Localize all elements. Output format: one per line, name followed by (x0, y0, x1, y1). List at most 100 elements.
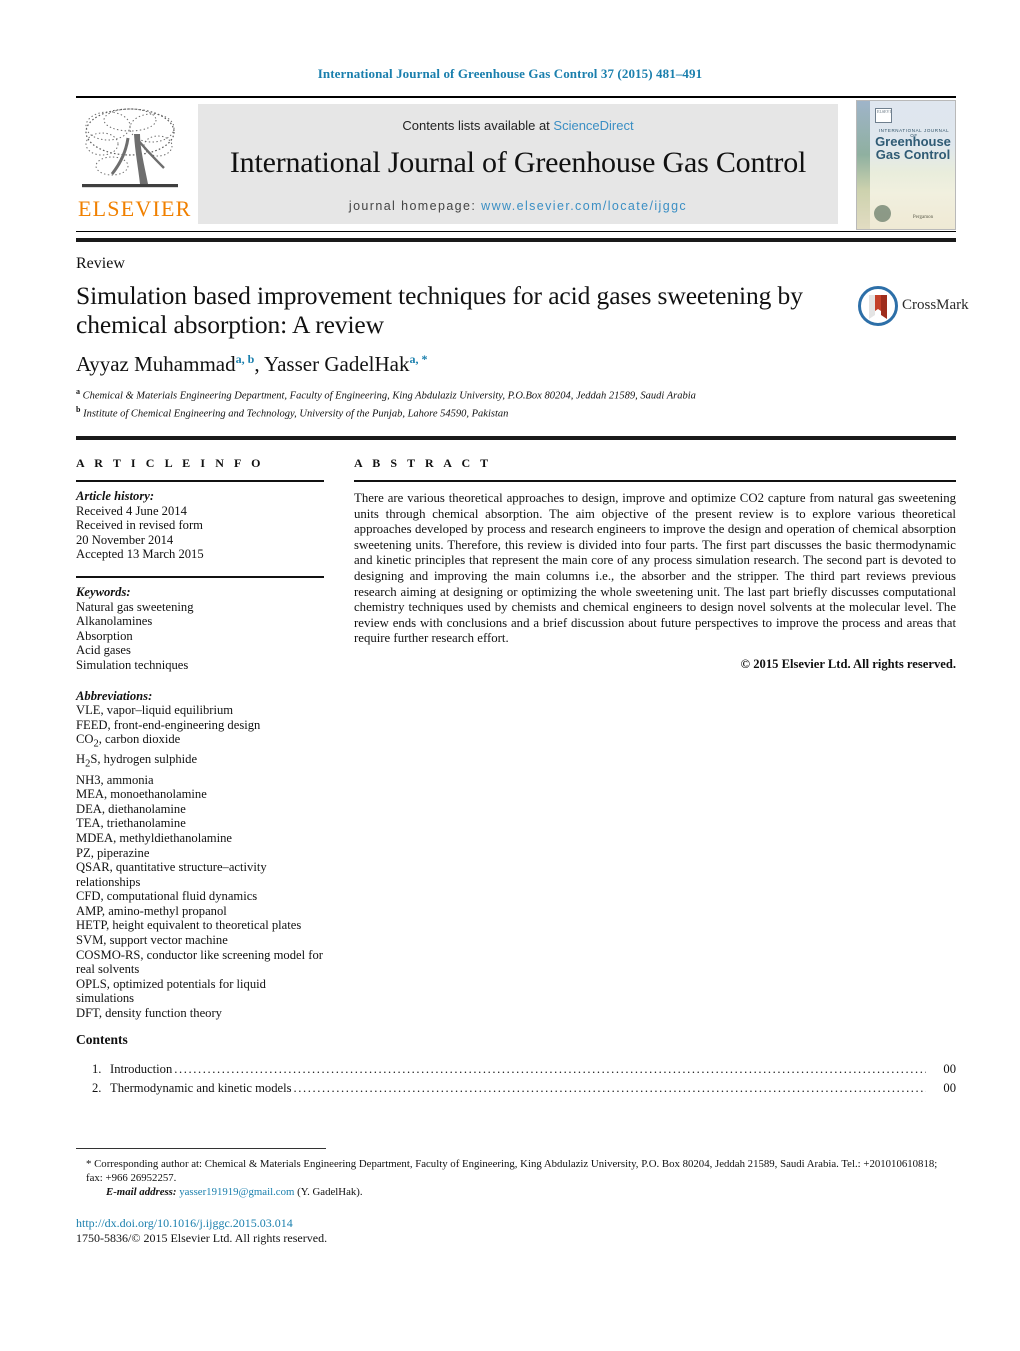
keyword-item: Absorption (76, 628, 133, 643)
sciencedirect-link[interactable]: ScienceDirect (553, 118, 633, 133)
elsevier-tree-icon (78, 104, 182, 196)
abstract-copyright: © 2015 Elsevier Ltd. All rights reserved… (740, 656, 956, 671)
abbreviation-item: SVM, support vector machine (76, 933, 228, 948)
abbreviation-item: NH3, ammonia (76, 772, 154, 787)
journal-homepage-prefix: journal homepage: (348, 199, 482, 213)
email-row: E-mail address: yasser191919@gmail.com (… (76, 1186, 956, 1200)
abstract-divider (354, 480, 956, 482)
abbreviation-item: PZ, piperazine (76, 845, 150, 860)
keyword-item: Acid gases (76, 643, 131, 658)
article-header-rule (76, 238, 956, 242)
contents-heading: Contents (76, 1032, 128, 1047)
toc-entry-page: 00 (943, 1081, 956, 1095)
abbreviation-item: AMP, amino-methyl propanol (76, 903, 227, 918)
corresponding-author-note: * Corresponding author at: Chemical & Ma… (86, 1158, 938, 1184)
article-history-item: Received 4 June 2014 (76, 503, 187, 518)
cover-title: Greenhouse Gas Control (873, 135, 953, 161)
journal-title: International Journal of Greenhouse Gas … (229, 146, 807, 179)
affiliation-text-b: Institute of Chemical Engineering and Te… (83, 408, 509, 420)
elsevier-logo: ELSEVIER (78, 104, 192, 226)
author-1-affiliation-marks: a, b (235, 352, 255, 366)
contents-available-line: Contents lists available at ScienceDirec… (198, 104, 838, 133)
journal-homepage-line: journal homepage: www.elsevier.com/locat… (198, 199, 838, 213)
abbreviation-item: QSAR, quantitative structure–activity re… (76, 860, 267, 889)
abbreviation-item: DFT, density function theory (76, 1006, 222, 1021)
toc-entry-number: 1. (92, 1062, 102, 1076)
article-info-divider (76, 480, 324, 482)
issn-copyright-line: 1750-5836/© 2015 Elsevier Ltd. All right… (76, 1231, 328, 1245)
abbreviation-item: TEA, triethanolamine (76, 816, 186, 831)
email-link[interactable]: yasser191919@gmail.com (179, 1186, 294, 1198)
toc-entry[interactable]: 2. Thermodynamic and kinetic models ....… (76, 1079, 956, 1098)
cover-seal-icon (874, 205, 891, 222)
author-2-affiliation-marks: a, * (409, 352, 428, 366)
abbreviation-item: HETP, height equivalent to theoretical p… (76, 918, 302, 933)
footnote-rule (76, 1148, 326, 1149)
keyword-item: Simulation techniques (76, 657, 189, 672)
toc-entry-label: Introduction (110, 1062, 173, 1076)
article-history-item: 20 November 2014 (76, 532, 174, 547)
abbreviation-item: CO2, carbon dioxide (76, 732, 181, 750)
toc-leader-dots: ........................................… (293, 1081, 926, 1095)
journal-homepage-url[interactable]: www.elsevier.com/locate/ijggc (481, 199, 687, 213)
cover-imprint: Pergamon (912, 215, 934, 220)
abbreviation-item: FEED, front-end-engineering design (76, 717, 261, 732)
abstract-text: There are various theoretical approaches… (354, 491, 956, 646)
email-label: E-mail address: (106, 1186, 177, 1199)
affiliation-mark-b: b (76, 405, 81, 414)
affiliation-mark-a: a (76, 387, 80, 396)
author-name-1: Ayyaz Muhammad (76, 352, 236, 376)
abbreviation-item: VLE, vapor–liquid equilibrium (76, 703, 234, 718)
abbreviation-item: MDEA, methyldiethanolamine (76, 830, 232, 845)
toc-entry-page: 00 (943, 1062, 956, 1076)
article-info-column: A R T I C L E I N F O Article history: R… (76, 456, 324, 1021)
elsevier-wordmark: ELSEVIER (78, 196, 192, 221)
keywords-divider (76, 575, 324, 578)
article-history-block: Article history: Received 4 June 2014 Re… (76, 489, 324, 562)
article-info-heading: A R T I C L E I N F O (76, 456, 265, 470)
keywords-block: Keywords: Natural gas sweetening Alkanol… (76, 585, 324, 673)
author-name-2: Yasser GadelHak (264, 352, 410, 376)
toc-entry[interactable]: 1. Introduction ........................… (76, 1060, 956, 1079)
article-history-item: Received in revised form (76, 518, 203, 533)
article-history-label: Article history: (76, 489, 155, 503)
abbreviation-item: OPLS, optimized potentials for liquid si… (76, 976, 266, 1006)
toc-entry-label: Thermodynamic and kinetic models (110, 1081, 292, 1095)
crossmark-badge[interactable]: CrossMark (858, 286, 969, 326)
toc-leader-dots: ........................................… (174, 1062, 926, 1076)
abstract-section-rule (76, 436, 956, 440)
abbreviation-item: COSMO-RS, conductor like screening model… (76, 947, 323, 977)
masthead-top-rule (76, 96, 956, 98)
abbreviation-item: H2S, hydrogen sulphide (76, 752, 198, 770)
doi-link[interactable]: http://dx.doi.org/10.1016/j.ijggc.2015.0… (76, 1216, 293, 1231)
abbreviations-block: Abbreviations: VLE, vapor–liquid equilib… (76, 689, 324, 1021)
contents-band: Contents lists available at ScienceDirec… (198, 104, 838, 224)
abbreviation-item: DEA, diethanolamine (76, 801, 186, 816)
affiliation-list: a Chemical & Materials Engineering Depar… (76, 385, 876, 421)
table-of-contents: 1. Introduction ........................… (76, 1060, 956, 1098)
footnote-block: * Corresponding author at: Chemical & Ma… (76, 1158, 956, 1200)
keyword-item: Natural gas sweetening (76, 599, 194, 614)
abbreviation-item: CFD, computational fluid dynamics (76, 889, 258, 904)
abbreviation-item: MEA, monoethanolamine (76, 787, 207, 802)
cover-publisher-mark: ELSEVIER (875, 108, 892, 123)
running-head: International Journal of Greenhouse Gas … (317, 66, 703, 81)
affiliation-item: b Institute of Chemical Engineering and … (76, 403, 876, 421)
email-owner: (Y. GadelHak). (297, 1186, 363, 1199)
cover-side-band (857, 101, 870, 229)
abstract-column: A B S T R A C T There are various theore… (354, 456, 956, 672)
page-title: Simulation based improvement techniques … (76, 281, 803, 339)
journal-cover-thumbnail: ELSEVIER INTERNATIONAL JOURNAL OF Greenh… (856, 100, 956, 230)
cover-title-line2: Gas Control (875, 147, 951, 162)
masthead-bottom-rule (76, 231, 956, 232)
article-type-label: Review (76, 255, 125, 272)
article-history-item: Accepted 13 March 2015 (76, 547, 204, 562)
keyword-item: Alkanolamines (76, 614, 153, 629)
author-list: Ayyaz Muhammada, b, Yasser GadelHaka, * (76, 352, 428, 376)
abbreviations-label: Abbreviations: (76, 688, 153, 703)
affiliation-item: a Chemical & Materials Engineering Depar… (76, 385, 876, 403)
crossmark-label: CrossMark (902, 297, 969, 313)
crossmark-icon (858, 286, 898, 326)
journal-masthead: ELSEVIER Contents lists available at Sci… (76, 96, 956, 232)
affiliation-text-a: Chemical & Materials Engineering Departm… (82, 390, 696, 402)
